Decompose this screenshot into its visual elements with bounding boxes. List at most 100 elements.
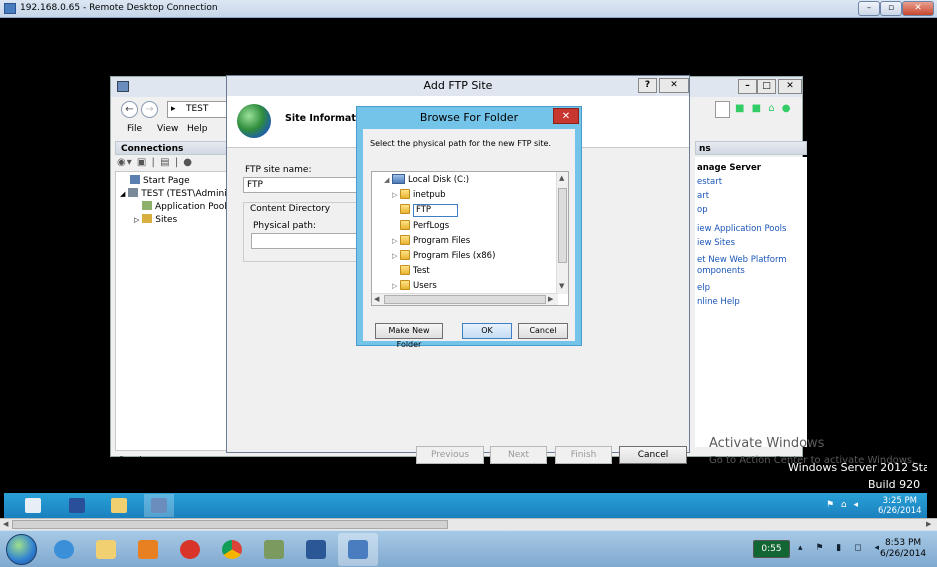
action-web-platform-line2[interactable]: omponents: [697, 266, 745, 276]
tree-item-application-pools[interactable]: Application Pools: [142, 201, 231, 212]
app-taskbar-button[interactable]: [170, 533, 210, 566]
action-stop[interactable]: op: [697, 205, 708, 215]
physical-path-input[interactable]: [251, 233, 359, 249]
chevron-right-icon: ▸: [171, 104, 176, 114]
action-start[interactable]: art: [697, 191, 709, 201]
host-date: 6/26/2014: [880, 549, 927, 559]
iis-taskbar-button[interactable]: [144, 494, 174, 517]
iis-nav-icons[interactable]: ■ ■ ⌂ ●: [735, 103, 793, 114]
expanded-icon: ◢: [120, 190, 126, 198]
explorer-taskbar-button[interactable]: [104, 494, 134, 517]
chrome-icon: [222, 540, 242, 559]
iis-app-icon: [117, 81, 129, 92]
iis-address-text: TEST: [186, 104, 209, 114]
tree-item-server[interactable]: ◢ TEST (TEST\Administ: [120, 188, 235, 199]
help-button[interactable]: ?: [638, 78, 657, 93]
rdp-minimize-button[interactable]: –: [858, 1, 880, 16]
scroll-right-icon[interactable]: ▶: [548, 295, 553, 303]
browse-close-button[interactable]: ✕: [553, 108, 579, 124]
tree-item-label: TEST (TEST\Administ: [141, 189, 235, 199]
action-help[interactable]: elp: [697, 283, 710, 293]
menu-help[interactable]: Help: [187, 124, 208, 134]
rename-folder-input[interactable]: FTP: [413, 204, 458, 217]
folder-label: Program Files (x86): [413, 251, 496, 261]
next-button[interactable]: Next: [490, 446, 547, 464]
iis-address-bar[interactable]: ▸ TEST: [167, 101, 227, 118]
site-name-input[interactable]: FTP: [243, 177, 358, 193]
make-new-folder-button[interactable]: Make New Folder: [375, 323, 443, 349]
remote-desktop[interactable]: – □ ✕ ← → ▸ TEST ■ ■ ⌂ ● File View Help …: [4, 18, 927, 518]
action-web-platform[interactable]: et New Web Platform: [697, 255, 787, 265]
menu-view[interactable]: View: [157, 124, 178, 134]
vertical-scroll-thumb[interactable]: [558, 188, 567, 263]
tree-item-sites[interactable]: ▷ Sites: [134, 214, 177, 225]
tree-item-start-page[interactable]: Start Page: [130, 175, 190, 186]
folder-tree[interactable]: ◢ Local Disk (C:) ▷ inetpub FTP PerfLogs ▷…: [371, 171, 569, 306]
iis-maximize-button[interactable]: □: [757, 79, 776, 94]
explorer-taskbar-button[interactable]: [86, 533, 126, 566]
rdp-maximize-button[interactable]: ▫: [880, 1, 902, 16]
folder-row-users[interactable]: ▷ Users: [392, 279, 437, 294]
previous-button[interactable]: Previous: [416, 446, 484, 464]
iis-close-button[interactable]: ✕: [778, 79, 802, 94]
folder-row-inetpub[interactable]: ▷ inetpub: [392, 188, 446, 203]
remote-system-tray[interactable]: ⚑ ⌂ ◂: [826, 500, 860, 510]
remote-desktop-taskbar-button[interactable]: [338, 533, 378, 566]
word-taskbar-button[interactable]: [296, 533, 336, 566]
folder-row-new-folder[interactable]: FTP: [392, 203, 458, 218]
menu-file[interactable]: File: [127, 124, 142, 134]
ftp-close-button[interactable]: ✕: [659, 78, 689, 93]
host-system-tray[interactable]: ▴ ⚑ ▮ ◻ ◂: [798, 543, 884, 553]
folder-tree-vertical-scrollbar[interactable]: ▲ ▼: [556, 172, 568, 294]
scroll-left-icon[interactable]: ◀: [3, 520, 8, 528]
iis-menu-bar: File View Help: [115, 123, 225, 137]
connections-tree[interactable]: Start Page ◢ TEST (TEST\Administ Applica…: [115, 171, 235, 451]
browse-instruction: Select the physical path for the new FTP…: [370, 139, 551, 148]
folder-row-test[interactable]: Test: [392, 264, 430, 279]
action-restart[interactable]: estart: [697, 177, 722, 187]
horizontal-scroll-thumb[interactable]: [384, 295, 546, 304]
folder-row-perflogs[interactable]: PerfLogs: [392, 219, 449, 234]
folder-row-program-files[interactable]: ▷ Program Files: [392, 234, 470, 249]
finish-button[interactable]: Finish: [555, 446, 612, 464]
action-view-sites[interactable]: iew Sites: [697, 238, 735, 248]
connections-toolbar[interactable]: ◉▾ ▣ | ▤ | ●: [117, 157, 193, 168]
expanded-icon: ◢: [384, 176, 390, 184]
cancel-button[interactable]: Cancel: [619, 446, 687, 464]
content-directory-label: Content Directory: [248, 204, 333, 214]
powershell-taskbar-button[interactable]: [62, 494, 92, 517]
start-button[interactable]: [6, 534, 37, 565]
iis-minimize-button[interactable]: –: [738, 79, 757, 94]
rdp-close-button[interactable]: ✕: [902, 1, 934, 16]
folder-row-local-disk[interactable]: ◢ Local Disk (C:): [384, 173, 469, 188]
media-player-taskbar-button[interactable]: [128, 533, 168, 566]
ok-button[interactable]: OK: [462, 323, 512, 339]
scroll-right-icon[interactable]: ▶: [926, 520, 931, 528]
chrome-taskbar-button[interactable]: [212, 533, 252, 566]
folder-row-program-files-x86[interactable]: ▷ Program Files (x86): [392, 249, 495, 264]
photo-taskbar-button[interactable]: [254, 533, 294, 566]
scroll-left-icon[interactable]: ◀: [374, 295, 379, 303]
action-online-help[interactable]: nline Help: [697, 297, 740, 307]
battery-indicator[interactable]: 0:55: [753, 540, 790, 558]
host-horizontal-scrollbar[interactable]: ◀ ▶: [0, 518, 937, 530]
server-manager-taskbar-button[interactable]: [18, 494, 48, 517]
rdp-titlebar: 192.168.0.65 - Remote Desktop Connection…: [0, 0, 937, 18]
forward-arrow-icon[interactable]: →: [141, 101, 158, 118]
back-arrow-icon[interactable]: ←: [121, 101, 138, 118]
host-scroll-thumb[interactable]: [12, 520, 448, 529]
host-clock[interactable]: 8:53 PM 6/26/2014: [880, 538, 926, 560]
scroll-up-icon[interactable]: ▲: [559, 174, 564, 182]
remote-clock[interactable]: 3:25 PM 6/26/2014: [878, 496, 922, 516]
browse-cancel-button[interactable]: Cancel: [518, 323, 568, 339]
folder-tree-horizontal-scrollbar[interactable]: ◀ ▶: [372, 293, 558, 305]
action-view-application-pools[interactable]: iew Application Pools: [697, 224, 786, 234]
ie-taskbar-button[interactable]: [44, 533, 84, 566]
remote-desktop-icon: [348, 540, 368, 559]
start-page-icon: [130, 175, 140, 184]
remote-date: 6/26/2014: [878, 506, 922, 516]
iis-address-dropdown[interactable]: [715, 101, 730, 118]
rdp-window-title: 192.168.0.65 - Remote Desktop Connection: [20, 3, 218, 13]
browse-for-folder-dialog: Browse For Folder ✕ Select the physical …: [356, 106, 582, 349]
scroll-down-icon[interactable]: ▼: [559, 282, 564, 290]
